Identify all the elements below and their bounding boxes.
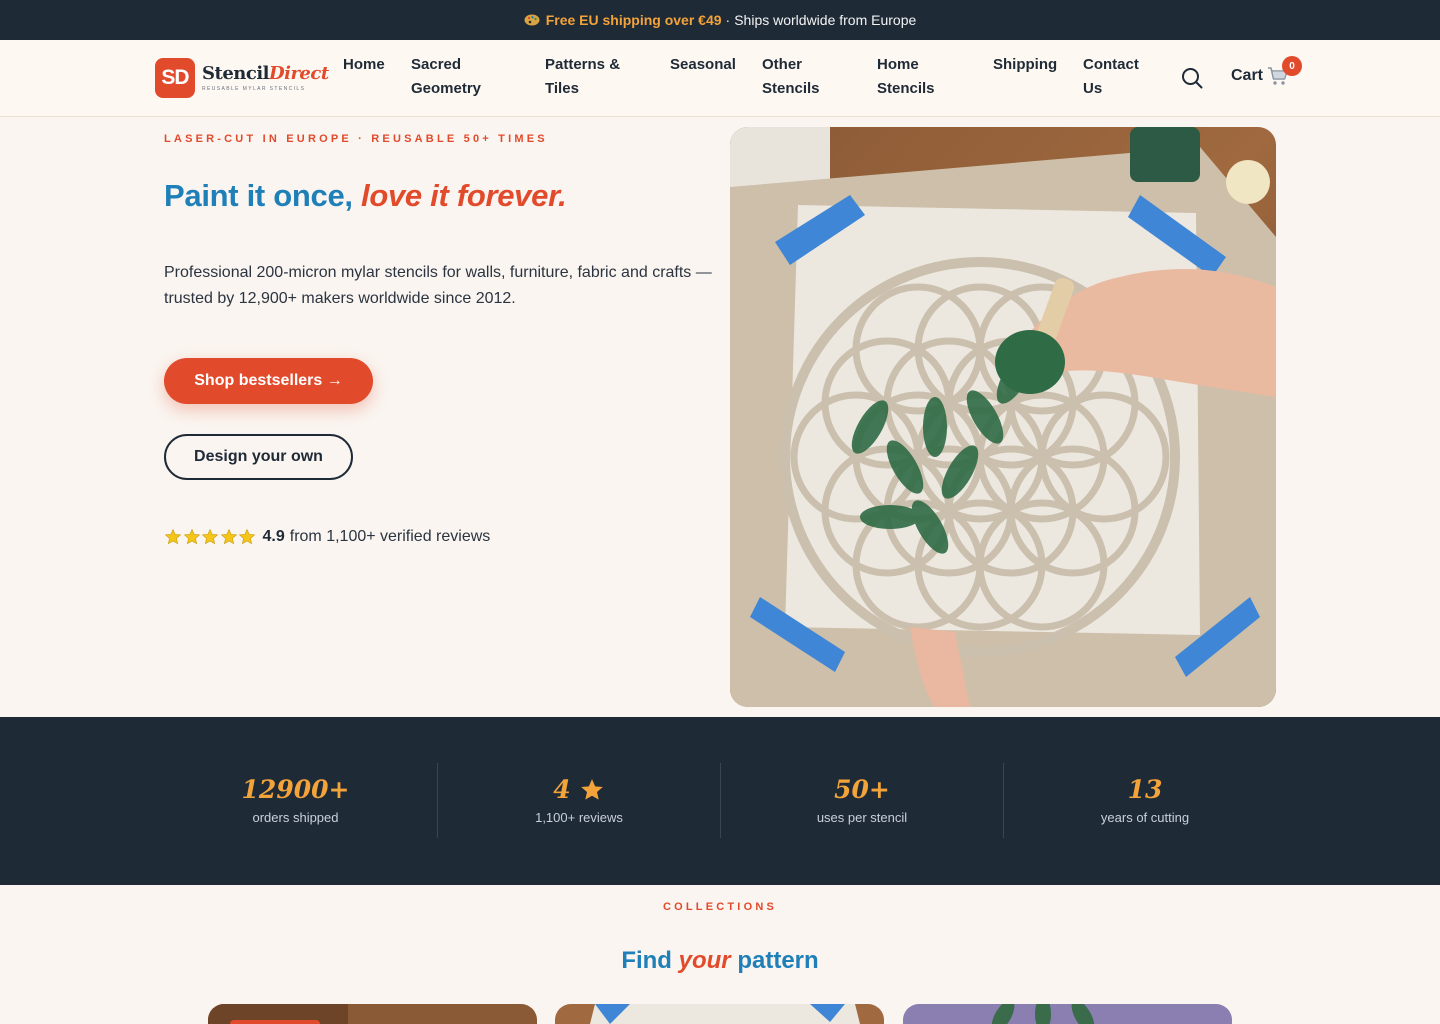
collections-eyebrow: COLLECTIONS [662, 901, 778, 913]
stat-value: 4 [438, 775, 720, 804]
stat-years: 13 years of cutting [1003, 763, 1286, 838]
stat-rating: 4 1,100+ reviews [437, 763, 720, 838]
cart-label: Cart [1231, 67, 1264, 84]
cart-count-badge: 0 [1282, 56, 1302, 76]
star-icon [238, 528, 256, 545]
site-header: SD StencilDirect Reusable Mylar Stencils… [0, 40, 1440, 117]
star-icon [580, 778, 603, 800]
collection-card[interactable] [208, 1004, 537, 1024]
rating-stars [164, 528, 257, 546]
stats-band: 12900+ orders shipped 4 1,100+ reviews 5… [0, 717, 1440, 885]
stat-value: 13 [1127, 775, 1163, 804]
brand-logo[interactable]: SD StencilDirect Reusable Mylar Stencils [155, 58, 329, 98]
stat-label: 1,100+ reviews [535, 810, 623, 825]
nav-home[interactable]: Home [343, 53, 385, 77]
announcement-rest: Ships worldwide from Europe [734, 12, 917, 28]
hero-title: Paint it once, love it forever. [164, 178, 567, 213]
hero-subtitle: Professional 200-micron mylar stencils f… [164, 264, 712, 307]
logo-mark: SD [155, 58, 195, 98]
stat-label: uses per stencil [816, 810, 908, 825]
cart-button[interactable]: Cart [1231, 66, 1289, 86]
announcement-bar: Free EU shipping over €49 · Ships worldw… [0, 0, 1440, 40]
nav-contact-us[interactable]: Contact Us [1083, 53, 1139, 101]
stat-label: orders shipped [252, 810, 339, 825]
stat-orders: 12900+ orders shipped [154, 763, 437, 838]
star-icon [183, 528, 200, 545]
shipping-highlight: Free EU shipping over €49 [545, 12, 722, 28]
nav-seasonal[interactable]: Seasonal [670, 53, 736, 77]
hero-image [730, 127, 1276, 707]
star-icon [220, 528, 237, 545]
collection-card[interactable] [555, 1004, 884, 1024]
shop-bestsellers-button[interactable]: Shop bestsellers → [164, 358, 373, 404]
design-your-own-button[interactable]: Design your own [164, 434, 353, 480]
star-icon [201, 528, 219, 545]
logo-name: StencilDirect [202, 63, 329, 84]
collection-card[interactable] [903, 1004, 1232, 1024]
stat-uses: 50+ uses per stencil [720, 763, 1003, 838]
rating-text: from 1,100+ verified reviews [289, 528, 491, 545]
announcement-separator: · [725, 12, 731, 28]
search-icon[interactable] [1181, 67, 1203, 89]
nav-shipping[interactable]: Shipping [993, 53, 1057, 77]
nav-patterns-tiles[interactable]: Patterns & Tiles [545, 53, 620, 101]
nav-home-stencils[interactable]: Home Stencils [877, 53, 935, 101]
palette-icon [524, 14, 540, 26]
logo-tagline: Reusable Mylar Stencils [202, 86, 306, 92]
nav-sacred-geometry[interactable]: Sacred Geometry [411, 53, 481, 101]
nav-other-stencils[interactable]: Other Stencils [762, 53, 820, 101]
stat-label: years of cutting [1100, 810, 1190, 825]
rating-summary: 4.9 from 1,100+ verified reviews [164, 528, 490, 546]
collections-title: Find your pattern [621, 947, 819, 974]
rating-score: 4.9 [262, 528, 285, 545]
stat-value: 50+ [834, 775, 890, 804]
stat-value: 12900+ [241, 775, 350, 804]
hero-eyebrow: LASER-CUT IN EUROPE · REUSABLE 50+ TIMES [164, 133, 548, 145]
star-icon [164, 528, 182, 545]
